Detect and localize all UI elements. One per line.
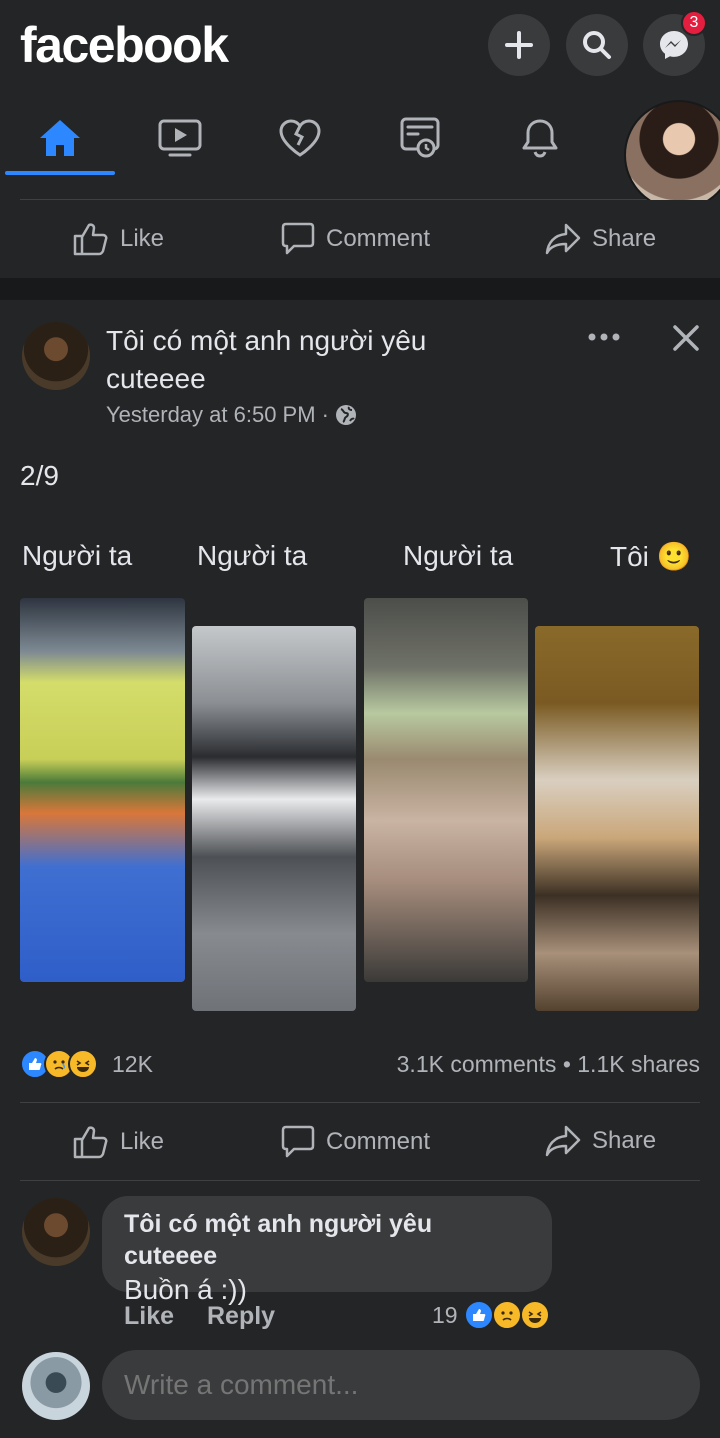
news-icon [400,117,440,157]
comment-icon [281,1125,315,1158]
comment-like-button[interactable]: Like [124,1302,174,1331]
app-header: facebook 3 [0,0,720,200]
nav-notifications[interactable] [485,100,595,175]
search-button[interactable] [566,14,628,76]
nav-watch[interactable] [125,100,235,175]
hide-post-button[interactable] [666,318,706,358]
sad-reaction-icon [491,1300,522,1330]
share-button[interactable]: Share [544,222,656,256]
post-author-name[interactable]: Tôi có một anh người yêu cuteeee [106,322,526,398]
current-user-avatar [22,1352,90,1420]
comment-bubble[interactable]: Tôi có một anh người yêu cuteeee Buồn á … [102,1196,552,1305]
nav-active-indicator [5,171,115,175]
post-card: Tôi có một anh người yêu cuteeee Yesterd… [0,300,720,1438]
comment-button[interactable]: Comment [280,221,430,257]
share-icon [545,223,581,255]
plus-icon [505,31,533,59]
comment-input[interactable] [124,1369,664,1401]
haha-reaction-icon [68,1049,98,1079]
post-like-label: Like [120,1128,165,1155]
comment-reply-button[interactable]: Reply [207,1302,275,1331]
like-button[interactable]: Like [72,221,164,257]
post-author-avatar[interactable] [22,322,90,390]
post-share-button[interactable]: Share [544,1124,656,1158]
caption-2: Người ta [197,540,308,571]
heart-icon [279,118,321,157]
post-photo-motorbike[interactable] [192,626,356,1011]
commenter-avatar[interactable] [22,1198,90,1266]
haha-reaction-icon [519,1300,550,1330]
thumbs-up-icon [73,1126,108,1159]
bell-icon [522,119,558,158]
post-text: 2/9 [20,460,59,491]
caption-3: Người ta [403,540,514,571]
messenger-button[interactable]: 3 [643,10,707,76]
reaction-count: 12K [112,1050,153,1077]
post-timestamp[interactable]: Yesterday at 6:50 PM · [106,402,357,428]
post-photo-holding-hands[interactable] [364,598,528,982]
post-share-label: Share [592,1127,657,1154]
previous-post-actions: Like Comment Share [0,200,720,278]
share-label: Share [592,225,657,252]
globe-icon [335,405,356,425]
nav-dating[interactable] [245,100,355,175]
like-reaction-icon [463,1300,494,1330]
comment-label: Comment [326,225,431,252]
thumbs-up-icon [73,223,108,256]
stats-divider [20,1102,700,1103]
comment-icon [281,222,315,255]
caption-1: Người ta [22,540,133,571]
post-like-button[interactable]: Like [72,1124,164,1160]
comment-reaction-count: 19 [432,1301,458,1328]
actions-divider [20,1180,700,1181]
share-icon [545,1125,581,1157]
comments-shares-count[interactable]: 3.1K comments • 1.1K shares [397,1051,700,1078]
nav-marketplace[interactable] [365,100,475,175]
messenger-badge: 3 [681,10,707,36]
comment-composer[interactable] [102,1350,700,1420]
nav-home[interactable] [5,100,115,175]
comment-reactions[interactable]: 19 [432,1300,550,1330]
post-comment-label: Comment [326,1128,431,1155]
facebook-logo[interactable]: facebook [20,16,229,74]
main-nav [0,100,720,175]
comment-author[interactable]: Tôi có một anh người yêu cuteeee [124,1208,530,1272]
like-label: Like [120,225,165,252]
close-icon [673,325,699,351]
create-button[interactable] [488,14,550,76]
post-photo-drinks[interactable] [20,598,185,982]
post-comment-button[interactable]: Comment [280,1124,430,1160]
search-icon [583,31,611,59]
more-dots-icon [588,333,620,341]
reaction-summary[interactable]: 12K [20,1049,153,1079]
more-options-button[interactable] [584,322,624,352]
post-photo-cat[interactable] [535,626,699,1011]
caption-4: Tôi 🙂 [610,541,692,572]
video-icon [158,119,202,156]
post-time-text: Yesterday at 6:50 PM · [106,402,329,427]
home-icon [40,119,80,156]
post-stats: 12K 3.1K comments • 1.1K shares [20,1046,700,1082]
